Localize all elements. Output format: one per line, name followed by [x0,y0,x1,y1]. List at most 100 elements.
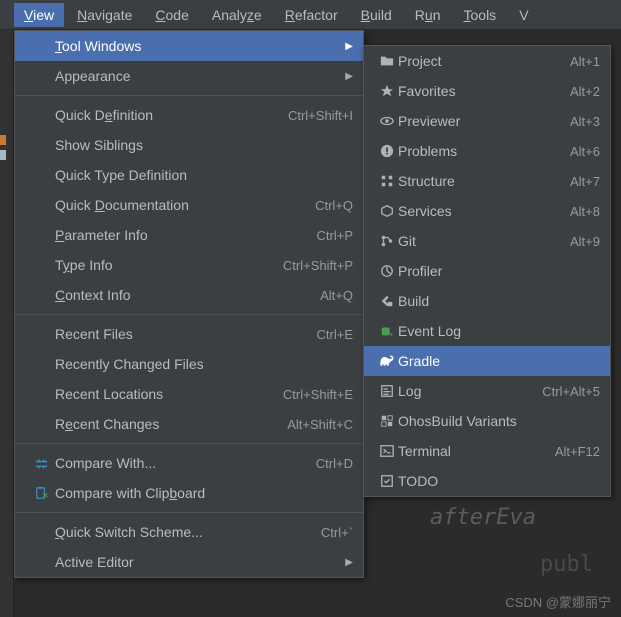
menubar-item[interactable]: V [509,3,538,27]
menu-item-shortcut: Ctrl+P [307,228,353,243]
log-icon [376,384,398,398]
menu-separator [15,95,363,96]
submenu-item-label: Structure [398,173,560,189]
menu-item-label: Active Editor [55,554,339,570]
watermark: CSDN @蒙娜丽宁 [505,592,611,611]
menu-separator [15,314,363,315]
submenu-item[interactable]: FavoritesAlt+2 [364,76,610,106]
submenu-item-shortcut: Alt+7 [560,174,600,189]
submenu-item-shortcut: Alt+8 [560,204,600,219]
submenu-item[interactable]: Profiler [364,256,610,286]
menu-item[interactable]: Recently Changed Files [15,349,363,379]
submenu-item-label: Build [398,293,600,309]
menu-item-label: Recently Changed Files [55,356,353,372]
submenu-item[interactable]: ServicesAlt+8 [364,196,610,226]
menubar-item[interactable]: Navigate [67,3,142,27]
menu-item-label: Recent Files [55,326,307,342]
compare-icon [27,456,55,471]
menu-item[interactable]: Appearance▶ [15,61,363,91]
menu-item[interactable]: Quick DocumentationCtrl+Q [15,190,363,220]
gradle-icon [376,354,398,368]
menu-item-label: Quick Definition [55,107,278,123]
menu-item-label: Tool Windows [55,38,339,54]
menu-item-label: Recent Locations [55,386,273,402]
menubar: ViewNavigateCodeAnalyzeRefactorBuildRunT… [0,0,621,30]
submenu-item-label: OhosBuild Variants [398,413,600,429]
menu-item-label: Quick Documentation [55,197,305,213]
warn-icon [376,144,398,158]
menubar-item[interactable]: Analyze [202,3,272,27]
menubar-item[interactable]: Run [405,3,451,27]
menu-item[interactable]: Type InfoCtrl+Shift+P [15,250,363,280]
submenu-arrow-icon: ▶ [339,71,353,82]
submenu-item[interactable]: StructureAlt+7 [364,166,610,196]
tool-windows-submenu: ProjectAlt+1FavoritesAlt+2PreviewerAlt+3… [363,45,611,497]
menubar-item[interactable]: Code [145,3,198,27]
submenu-item[interactable]: Gradle [364,346,610,376]
menu-item-label: Quick Switch Scheme... [55,524,311,540]
git-icon [376,234,398,248]
gutter-mark [0,150,6,160]
menu-item[interactable]: Compare With...Ctrl+D [15,448,363,478]
todo-icon [376,474,398,488]
menubar-item[interactable]: Tools [454,3,507,27]
menu-item[interactable]: Recent LocationsCtrl+Shift+E [15,379,363,409]
submenu-item[interactable]: PreviewerAlt+3 [364,106,610,136]
submenu-item[interactable]: OhosBuild Variants [364,406,610,436]
menu-item-label: Type Info [55,257,273,273]
submenu-item[interactable]: LogCtrl+Alt+5 [364,376,610,406]
menu-item[interactable]: Compare with Clipboard [15,478,363,508]
menu-item[interactable]: Tool Windows▶ [15,31,363,61]
submenu-item-shortcut: Alt+2 [560,84,600,99]
menu-item[interactable]: Show Siblings [15,130,363,160]
menu-item[interactable]: Quick Switch Scheme...Ctrl+` [15,517,363,547]
variants-icon [376,414,398,428]
submenu-item[interactable]: TODO [364,466,610,496]
menu-item[interactable]: Context InfoAlt+Q [15,280,363,310]
menu-item[interactable]: Recent ChangesAlt+Shift+C [15,409,363,439]
terminal-icon [376,444,398,458]
submenu-item-shortcut: Alt+6 [560,144,600,159]
submenu-item-shortcut: Ctrl+Alt+5 [532,384,600,399]
menu-item[interactable]: Quick Type Definition [15,160,363,190]
menu-item-shortcut: Ctrl+` [311,525,353,540]
menu-item-shortcut: Ctrl+D [306,456,353,471]
menu-item[interactable]: Recent FilesCtrl+E [15,319,363,349]
submenu-item[interactable]: GitAlt+9 [364,226,610,256]
submenu-item-label: Profiler [398,263,600,279]
folder-icon [376,54,398,68]
submenu-item[interactable]: ProjectAlt+1 [364,46,610,76]
eye-icon [376,114,398,128]
menu-item-shortcut: Ctrl+Shift+P [273,258,353,273]
menu-item-shortcut: Ctrl+Shift+E [273,387,353,402]
submenu-item[interactable]: Build [364,286,610,316]
menu-item-label: Compare with Clipboard [55,485,353,501]
menu-item[interactable]: Active Editor▶ [15,547,363,577]
menu-item[interactable]: Parameter InfoCtrl+P [15,220,363,250]
menu-item-shortcut: Alt+Shift+C [277,417,353,432]
menu-item[interactable]: Quick DefinitionCtrl+Shift+I [15,100,363,130]
build-icon [376,294,398,308]
menu-item-label: Show Siblings [55,137,353,153]
menubar-item[interactable]: Refactor [275,3,348,27]
submenu-item-label: Problems [398,143,560,159]
submenu-item-shortcut: Alt+9 [560,234,600,249]
menu-item-label: Quick Type Definition [55,167,353,183]
submenu-item[interactable]: Event Log [364,316,610,346]
menu-item-label: Parameter Info [55,227,307,243]
submenu-item[interactable]: TerminalAlt+F12 [364,436,610,466]
clip-icon [27,486,55,501]
menu-item-label: Compare With... [55,455,306,471]
submenu-item[interactable]: ProblemsAlt+6 [364,136,610,166]
menubar-item[interactable]: Build [351,3,402,27]
services-icon [376,204,398,218]
menu-item-label: Appearance [55,68,339,84]
editor-gutter [0,30,14,617]
submenu-item-shortcut: Alt+3 [560,114,600,129]
submenu-item-label: Git [398,233,560,249]
submenu-item-shortcut: Alt+F12 [545,444,600,459]
gutter-mark [0,135,6,145]
struct-icon [376,174,398,188]
menubar-item[interactable]: View [14,3,64,27]
submenu-item-label: TODO [398,473,600,489]
